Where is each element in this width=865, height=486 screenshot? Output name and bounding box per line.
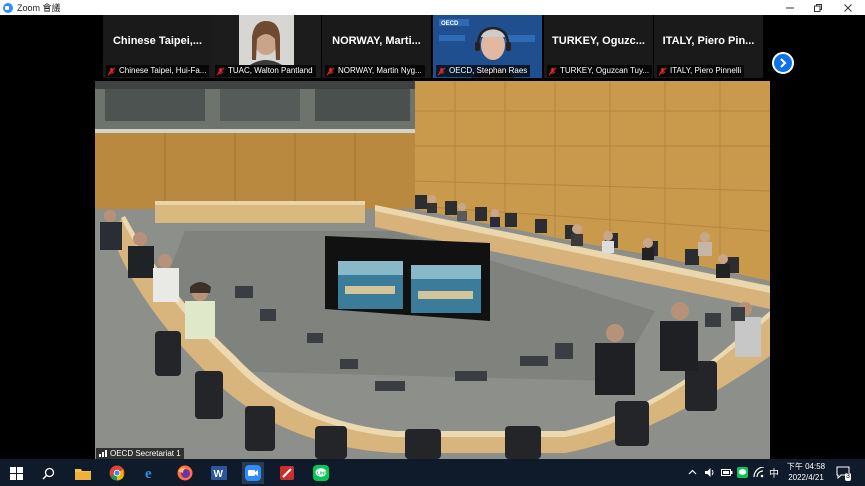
signal-strength-icon: [99, 450, 107, 457]
mic-muted-icon: [658, 67, 667, 75]
clock-date: 2022/4/21: [788, 473, 824, 482]
participant-tile[interactable]: TUAC, Walton Pantland: [212, 15, 321, 78]
app-icon[interactable]: [276, 462, 298, 484]
mic-muted-icon: [548, 67, 557, 75]
clock-time: 下午 04:58: [786, 462, 826, 471]
edge-icon[interactable]: e: [140, 462, 162, 484]
show-hidden-icons-button[interactable]: [688, 459, 697, 486]
firefox-icon[interactable]: [174, 462, 196, 484]
participant-label: TURKEY, Oguzcan Tuy...: [547, 65, 653, 77]
gallery-next-button[interactable]: [772, 52, 794, 74]
participant-label-text: Chinese Taipei, Hui-Fa...: [119, 66, 207, 75]
participant-tile[interactable]: TURKEY, Oguzc... TURKEY, Oguzcan Tuy...: [544, 15, 653, 78]
wifi-icon[interactable]: [753, 459, 765, 486]
notification-count: 3: [845, 473, 851, 481]
participant-label-text: NORWAY, Martin Nyg...: [338, 66, 422, 75]
close-icon: [844, 3, 852, 12]
participant-label: TUAC, Walton Pantland: [215, 65, 316, 77]
volume-icon[interactable]: [704, 459, 716, 486]
mic-muted-icon: [326, 67, 335, 75]
title-bar: Zoom 會議: [0, 0, 865, 15]
chevron-up-icon: [688, 469, 697, 475]
close-button[interactable]: [833, 0, 863, 15]
participant-name: Chinese Taipei,...: [112, 35, 203, 47]
notification-center-button[interactable]: 3: [836, 459, 851, 486]
zoom-logo-icon: [3, 2, 13, 13]
participant-tile[interactable]: ITALY, Piero Pin... ITALY, Piero Pinnell…: [654, 15, 763, 78]
active-speaker-label: OECD Secretariat 1: [96, 448, 184, 459]
participant-label: NORWAY, Martin Nyg...: [325, 65, 425, 77]
system-clock[interactable]: 下午 04:58 2022/4/21: [784, 461, 828, 483]
main-video: [95, 81, 770, 459]
ime-indicator[interactable]: 中: [769, 459, 779, 486]
participant-tile[interactable]: NORWAY, Marti... NORWAY, Martin Nyg...: [322, 15, 431, 78]
minimize-icon: [786, 7, 794, 8]
participant-name: NORWAY, Marti...: [332, 35, 421, 47]
participant-label: Chinese Taipei, Hui-Fa...: [106, 65, 210, 77]
zoom-icon[interactable]: [242, 462, 264, 484]
window-title: Zoom 會議: [17, 3, 61, 13]
taskbar: e W LINE 中 下午 04:58 2022/4/21 3: [0, 459, 865, 486]
participant-label-text: TURKEY, Oguzcan Tuy...: [560, 66, 650, 75]
conference-room-video: [95, 81, 770, 459]
restore-icon: [814, 3, 822, 12]
restore-button[interactable]: [803, 0, 833, 15]
participant-name: ITALY, Piero Pin...: [662, 35, 755, 47]
mic-muted-icon: [216, 67, 225, 75]
svg-text:W: W: [214, 469, 224, 480]
mic-muted-icon: [107, 67, 116, 75]
participant-tile[interactable]: Chinese Taipei,... Chinese Taipei, Hui-F…: [103, 15, 212, 78]
participant-label: ITALY, Piero Pinnelli: [657, 65, 745, 77]
participant-label: OECD, Stephan Raes: [436, 65, 531, 77]
participant-label-text: ITALY, Piero Pinnelli: [670, 66, 742, 75]
participant-tile[interactable]: OECD OECD, Stephan Raes: [433, 15, 542, 78]
minimize-button[interactable]: [775, 0, 805, 15]
active-speaker-name: OECD Secretariat 1: [110, 449, 181, 458]
battery-icon[interactable]: [721, 459, 733, 486]
participant-name: TURKEY, Oguzc...: [552, 35, 645, 47]
participant-label-text: TUAC, Walton Pantland: [228, 66, 313, 75]
windows-start-icon[interactable]: [5, 462, 27, 484]
chrome-icon[interactable]: [106, 462, 128, 484]
word-icon[interactable]: W: [208, 462, 230, 484]
zoom-window: Zoom 會議 Chinese Taipei,... Chinese Taipe…: [0, 0, 865, 486]
svg-text:e: e: [145, 466, 152, 481]
line-tray-icon[interactable]: [737, 459, 748, 486]
mic-muted-icon: [437, 67, 446, 75]
file-explorer-icon[interactable]: [72, 462, 94, 484]
search-icon[interactable]: [37, 462, 59, 484]
oecd-backdrop-text: OECD: [441, 21, 459, 27]
participant-label-text: OECD, Stephan Raes: [449, 66, 528, 75]
line-icon[interactable]: LINE: [310, 462, 332, 484]
svg-text:LINE: LINE: [317, 471, 327, 476]
gallery-strip: Chinese Taipei,... Chinese Taipei, Hui-F…: [0, 15, 865, 81]
chevron-right-icon: [780, 58, 787, 68]
